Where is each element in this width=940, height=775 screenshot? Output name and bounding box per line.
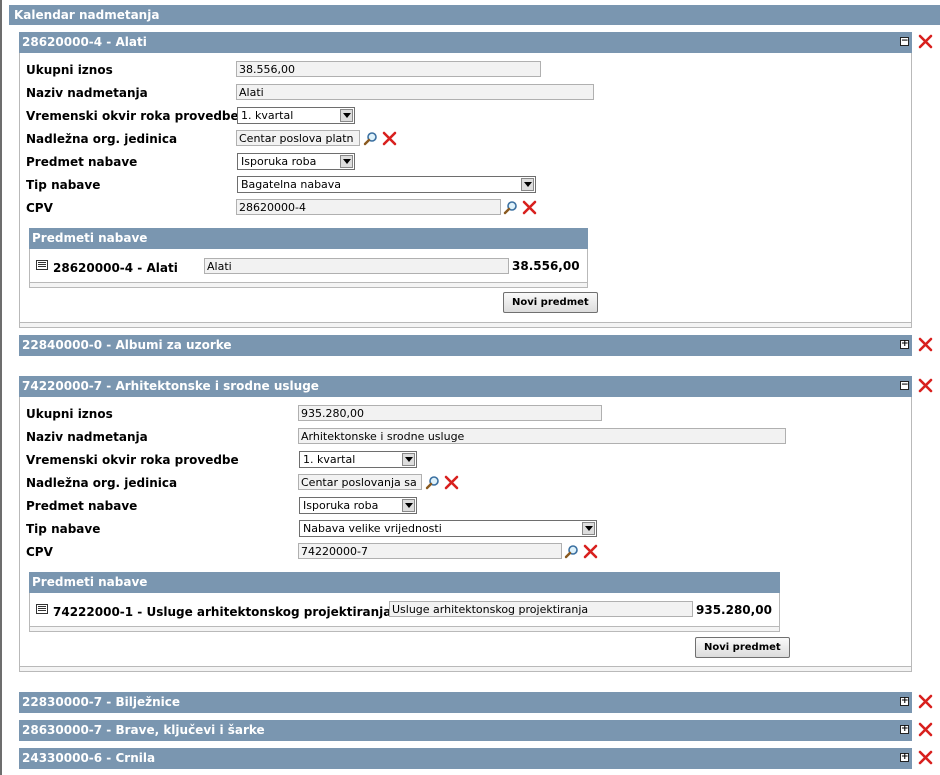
selected-value: 1. kvartal [241,109,294,122]
panel-title: 28630000-7 - Brave, ključevi i šarke [22,723,265,737]
close-icon[interactable] [583,544,598,559]
naziv-label: Naziv nadmetanja [26,86,148,100]
item-description-field[interactable] [204,258,509,274]
chevron-down-icon[interactable] [582,522,595,535]
predmet-nabave-select[interactable]: Isporuka roba [299,497,417,514]
cpv-label: CPV [26,201,53,215]
panel-header-crnila[interactable]: 24330000-6 - Crnila + [19,748,912,769]
panel-header-arhitektonske[interactable]: 74220000-7 - Arhitektonske i srodne uslu… [19,376,912,397]
nadlezna-org-label: Nadležna org. jedinica [26,132,178,146]
close-icon[interactable] [382,131,397,146]
panel-footer [19,323,912,328]
panel-header-albumi[interactable]: 22840000-0 - Albumi za uzorke + [19,335,912,356]
predmet-nabave-label: Predmet nabave [26,499,138,513]
selected-value: Nabava velike vrijednosti [303,522,442,535]
plus-icon[interactable]: + [900,697,909,706]
close-icon[interactable] [522,200,537,215]
predmeti-nabave-header: Predmeti nabave [29,572,780,593]
cpv-label: CPV [26,545,53,559]
minus-icon[interactable]: − [900,37,909,46]
panel-header-alati[interactable]: 28620000-4 - Alati − [19,32,912,53]
tip-nabave-select[interactable]: Bagatelna nabava [237,176,536,193]
table-row-icon[interactable] [36,604,48,614]
selected-value: Bagatelna nabava [241,178,342,191]
panel-header-brave[interactable]: 28630000-7 - Brave, ključevi i šarke + [19,720,912,741]
panel-title: 22830000-7 - Bilježnice [22,695,180,709]
close-icon[interactable] [918,694,933,709]
ukupni-iznos-field[interactable] [236,61,541,77]
table-row-icon[interactable] [36,260,48,270]
vremenski-okvir-label: Vremenski okvir roka provedbe [26,453,239,467]
novi-predmet-button[interactable]: Novi predmet [695,637,790,658]
tip-nabave-label: Tip nabave [26,178,101,192]
close-icon[interactable] [444,475,459,490]
selected-value: Isporuka roba [241,155,317,168]
item-amount: 935.280,00 [696,603,772,617]
selected-value: 1. kvartal [303,453,356,466]
plus-icon[interactable]: + [900,753,909,762]
selected-value: Isporuka roba [303,499,379,512]
item-code: 28620000-4 - Alati [53,261,178,275]
predmeti-nabave-footer [29,627,780,632]
panel-title: 28620000-4 - Alati [22,35,147,49]
minus-icon[interactable]: − [900,381,909,390]
chevron-down-icon[interactable] [521,178,534,191]
tip-nabave-select[interactable]: Nabava velike vrijednosti [299,520,597,537]
close-icon[interactable] [918,750,933,765]
panel-title: 74220000-7 - Arhitektonske i srodne uslu… [22,379,319,393]
ukupni-iznos-field[interactable] [298,405,602,421]
chevron-down-icon[interactable] [340,155,353,168]
plus-icon[interactable]: + [900,725,909,734]
search-icon[interactable] [503,200,518,215]
panel-title: 22840000-0 - Albumi za uzorke [22,338,232,352]
ukupni-iznos-label: Ukupni iznos [26,63,113,77]
vremenski-okvir-label: Vremenski okvir roka provedbe [26,109,239,123]
panel-header-biljeznice[interactable]: 22830000-7 - Bilježnice + [19,692,912,713]
cpv-field[interactable] [298,543,562,559]
tip-nabave-label: Tip nabave [26,522,101,536]
panel-footer [19,667,912,672]
naziv-label: Naziv nadmetanja [26,430,148,444]
close-icon[interactable] [918,378,933,393]
close-icon[interactable] [918,34,933,49]
nadlezna-org-field[interactable] [236,130,360,146]
nadlezna-org-field[interactable] [298,474,422,490]
chevron-down-icon[interactable] [402,453,415,466]
predmet-nabave-select[interactable]: Isporuka roba [237,153,355,170]
naziv-field[interactable] [236,84,594,100]
plus-icon[interactable]: + [900,340,909,349]
nadlezna-org-label: Nadležna org. jedinica [26,476,178,490]
search-icon[interactable] [425,475,440,490]
item-code: 74222000-1 - Usluge arhitektonskog proje… [53,605,392,619]
naziv-field[interactable] [298,428,786,444]
search-icon[interactable] [363,131,378,146]
left-border [0,0,2,775]
novi-predmet-button[interactable]: Novi predmet [503,292,598,313]
cpv-field[interactable] [236,199,501,215]
vremenski-okvir-select[interactable]: 1. kvartal [237,107,355,124]
predmeti-nabave-header: Predmeti nabave [29,228,588,249]
predmeti-nabave-footer [29,283,588,288]
predmet-nabave-label: Predmet nabave [26,155,138,169]
chevron-down-icon[interactable] [340,109,353,122]
page-title: Kalendar nadmetanja [9,5,940,25]
vremenski-okvir-select[interactable]: 1. kvartal [299,451,417,468]
item-amount: 38.556,00 [512,259,580,273]
panel-title: 24330000-6 - Crnila [22,751,156,765]
close-icon[interactable] [918,337,933,352]
item-description-field[interactable] [389,601,693,617]
search-icon[interactable] [564,544,579,559]
chevron-down-icon[interactable] [402,499,415,512]
close-icon[interactable] [918,722,933,737]
ukupni-iznos-label: Ukupni iznos [26,407,113,421]
